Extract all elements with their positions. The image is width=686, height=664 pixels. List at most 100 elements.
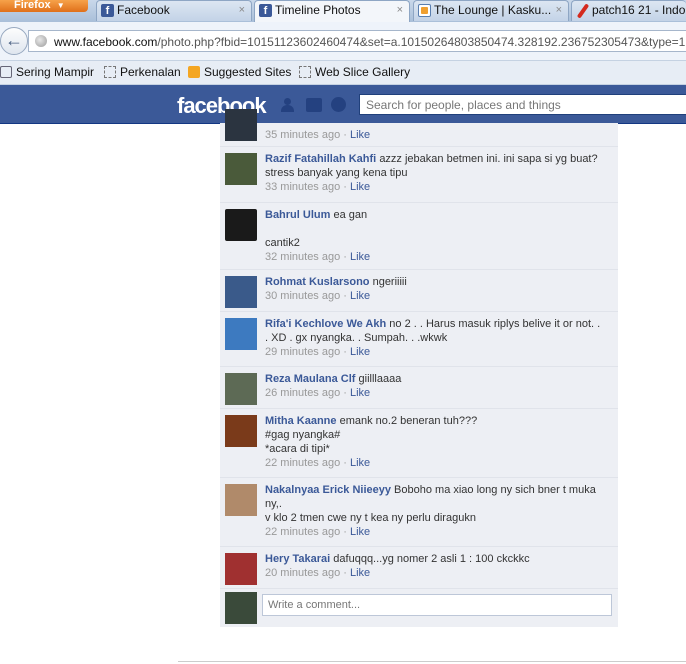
tab-timeline-photos[interactable]: f Timeline Photos × [254,0,410,22]
avatar[interactable] [225,209,257,241]
comment-time[interactable]: 35 minutes ago [265,129,340,141]
comment-author[interactable]: Rifa'i Kechlove We Akh [265,318,386,330]
comment-item: Rifa'i Kechlove We Akh no 2 . . Harus ma… [220,312,618,367]
bookmark-suggested-sites[interactable]: Suggested Sites [188,65,291,79]
avatar[interactable] [225,109,257,141]
tab-facebook[interactable]: f Facebook × [96,0,252,21]
comment-time[interactable]: 22 minutes ago [265,457,340,469]
close-icon[interactable]: × [556,4,562,16]
comment-body: Bahrul Ulum ea gan cantik2 32 minutes ag… [265,208,605,264]
avatar[interactable] [225,415,257,447]
tab-patch16[interactable]: patch16 21 - Indo [571,0,686,21]
like-link[interactable]: Like [350,457,370,469]
bookmark-icon [0,66,12,78]
comment-time[interactable]: 20 minutes ago [265,567,340,579]
friend-requests-icon[interactable] [280,98,296,112]
like-link[interactable]: Like [350,567,370,579]
navigation-bar: ← www.facebook.com/photo.php?fbid=101511… [0,22,686,61]
notifications-globe-icon[interactable] [331,97,346,112]
comment-item: Nakalnyaa Erick Niieeyy Boboho ma xiao l… [220,478,618,547]
avatar[interactable] [225,373,257,405]
comment-author[interactable]: Reza Maulana Clf [265,373,355,385]
comment-body: Reza Maulana Clf giilllaaaa 26 minutes a… [265,372,605,400]
avatar[interactable] [225,276,257,308]
tab-title: patch16 21 - Indo [592,3,686,17]
page-icon [299,66,311,78]
close-icon[interactable]: × [239,4,245,16]
like-link[interactable]: Like [350,129,370,141]
divider [178,661,686,662]
like-link[interactable]: Like [350,526,370,538]
comment-meta: 35 minutes ago · Like [265,129,371,141]
bookmark-label: Web Slice Gallery [315,65,411,79]
bookmark-label: Sering Mampir [16,65,95,79]
comment-item: Bahrul Ulum ea gan cantik2 32 minutes ag… [220,203,618,270]
comments-list: 35 minutes ago · Like Razif Fatahillah K… [220,109,618,627]
comment-time[interactable]: 33 minutes ago [265,181,340,193]
red-pin-icon [576,4,589,17]
comment-time[interactable]: 32 minutes ago [265,251,340,263]
comment-author[interactable]: Razif Fatahillah Kahfi [265,153,376,165]
comment-time[interactable]: 30 minutes ago [265,290,340,302]
url-text: www.facebook.com/photo.php?fbid=10151123… [54,35,685,49]
comment-time[interactable]: 22 minutes ago [265,526,340,538]
messages-icon[interactable] [306,98,322,112]
firefox-menu-label: Firefox [14,0,51,11]
address-bar[interactable]: www.facebook.com/photo.php?fbid=10151123… [28,30,686,52]
like-link[interactable]: Like [350,290,370,302]
comment-item: 35 minutes ago · Like [220,109,618,147]
comment-body: Hery Takarai dafuqqq...yg nomer 2 asli 1… [265,552,605,580]
tab-the-lounge[interactable]: The Lounge | Kasku... × [413,0,569,21]
facebook-icon: f [101,4,114,17]
comment-text: ngeriiiii [372,276,407,288]
comment-meta: 33 minutes ago · Like [265,181,371,193]
comment-author[interactable]: Mitha Kaanne [265,415,337,427]
comment-author[interactable]: Rohmat Kuslarsono [265,276,370,288]
comment-body: Rifa'i Kechlove We Akh no 2 . . Harus ma… [265,317,605,359]
comment-item: Hery Takarai dafuqqq...yg nomer 2 asli 1… [220,547,618,589]
comment-time[interactable]: 29 minutes ago [265,346,340,358]
url-path: /photo.php?fbid=10151123602460474&set=a.… [157,35,686,49]
search-input[interactable]: Search for people, places and things [359,94,686,115]
avatar[interactable] [225,318,257,350]
comment-meta: 22 minutes ago · Like [265,526,371,538]
comment-body: 35 minutes ago · Like [265,128,605,142]
comment-author[interactable]: Nakalnyaa Erick Niieeyy [265,484,391,496]
comment-item: Mitha Kaanne emank no.2 beneran tuh??? #… [220,409,618,478]
like-link[interactable]: Like [350,387,370,399]
avatar[interactable] [225,484,257,516]
bookmark-label: Perkenalan [120,65,181,79]
bookmark-sering-mampir[interactable]: Sering Mampir [0,65,94,79]
comment-body: Mitha Kaanne emank no.2 beneran tuh??? #… [265,414,605,470]
page-icon [104,66,116,78]
comment-text: dafuqqq...yg nomer 2 asli 1 : 100 ckckkc [333,553,530,565]
comment-meta: 26 minutes ago · Like [265,387,371,399]
like-link[interactable]: Like [350,251,370,263]
comment-meta: 30 minutes ago · Like [265,290,371,302]
tab-title: Facebook [117,3,170,17]
avatar[interactable] [225,153,257,185]
comment-author[interactable]: Bahrul Ulum [265,209,330,221]
comment-text: giilllaaaa [358,373,402,385]
like-link[interactable]: Like [350,181,370,193]
comment-body: Nakalnyaa Erick Niieeyy Boboho ma xiao l… [265,483,605,539]
tab-title: The Lounge | Kasku... [434,3,552,17]
comment-meta: 32 minutes ago · Like [265,251,371,263]
like-link[interactable]: Like [350,346,370,358]
bookmark-web-slice-gallery[interactable]: Web Slice Gallery [299,65,410,79]
comment-meta: 22 minutes ago · Like [265,457,371,469]
back-arrow-icon[interactable]: ← [0,27,28,55]
comment-meta: 20 minutes ago · Like [265,567,371,579]
comment-author[interactable]: Hery Takarai [265,553,330,565]
comment-item: Reza Maulana Clf giilllaaaa 26 minutes a… [220,367,618,409]
avatar[interactable] [225,553,257,585]
avatar [225,592,257,624]
facebook-header: facebook Search for people, places and t… [0,85,686,124]
comment-input[interactable]: Write a comment... [262,594,612,616]
firefox-menu-button[interactable]: Firefox ▼ [0,0,88,12]
bookmark-perkenalan[interactable]: Perkenalan [104,65,181,79]
close-icon[interactable]: × [397,4,403,16]
search-placeholder: Search for people, places and things [366,98,561,112]
comment-time[interactable]: 26 minutes ago [265,387,340,399]
chevron-down-icon: ▼ [56,1,65,10]
